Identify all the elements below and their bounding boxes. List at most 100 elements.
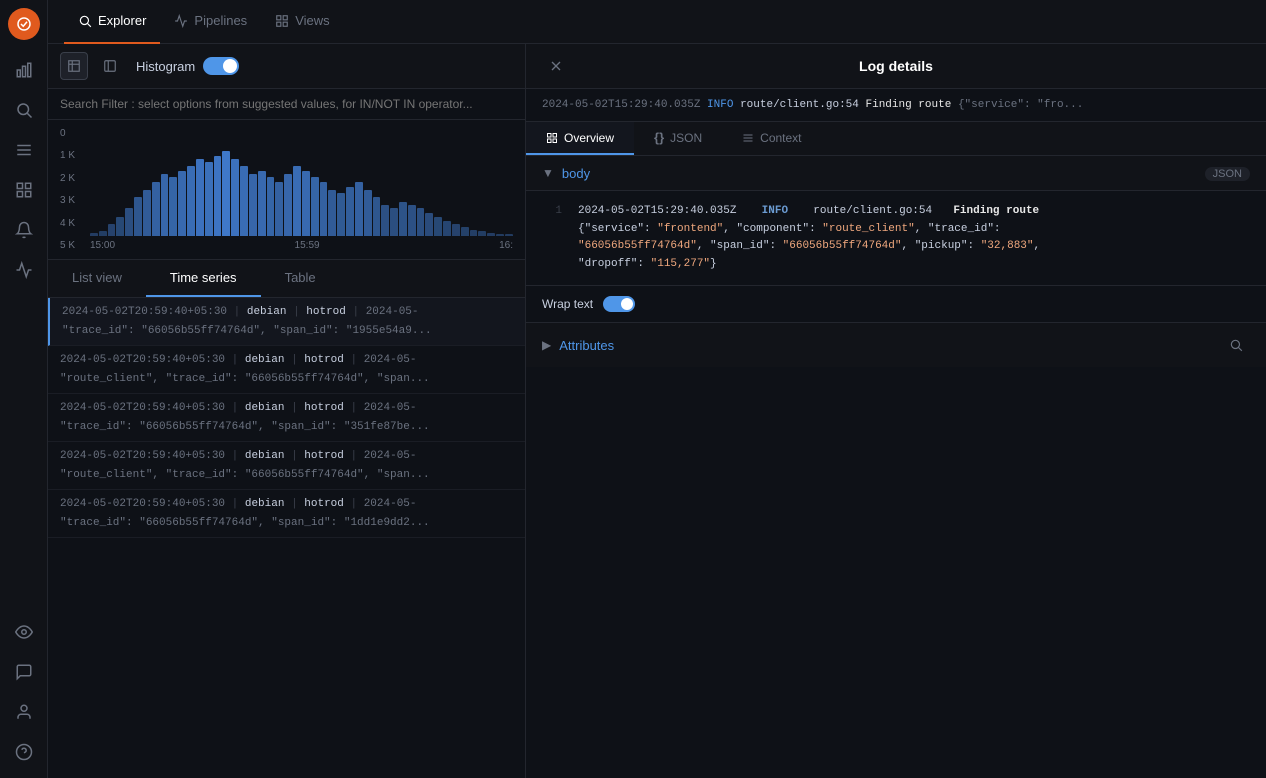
histogram-bar xyxy=(320,182,328,236)
topnav: Explorer Pipelines Views xyxy=(48,0,1266,44)
histogram-bar xyxy=(311,177,319,236)
tab-explorer-label: Explorer xyxy=(98,13,146,28)
banner-path: route/client.go:54 xyxy=(740,99,859,111)
histogram-bar xyxy=(178,171,186,236)
log-entry[interactable]: 2024-05-02T20:59:40+05:30 | debian | hot… xyxy=(48,394,525,442)
detail-tab-context[interactable]: Context xyxy=(722,122,821,155)
toolbar-btn-table[interactable] xyxy=(60,52,88,80)
body-section-left: ▼ body xyxy=(542,166,590,181)
code-line-4: "dropoff": "115,277"} xyxy=(542,256,1250,274)
main-area: Explorer Pipelines Views Histogram xyxy=(48,0,1266,778)
tab-pipelines-label: Pipelines xyxy=(194,13,247,28)
sidebar-icon-search[interactable] xyxy=(6,92,42,128)
right-panel-title: Log details xyxy=(859,58,933,74)
close-button[interactable] xyxy=(542,52,570,80)
body-chevron-icon: ▼ xyxy=(542,166,554,180)
search-input[interactable] xyxy=(60,97,513,111)
histogram-bar xyxy=(399,202,407,236)
attributes-chevron-icon: ▶ xyxy=(542,338,551,352)
histogram-bar xyxy=(267,177,275,236)
code-msg: Finding route xyxy=(953,205,1039,217)
histogram-bar xyxy=(390,208,398,236)
histogram-bar xyxy=(355,182,363,236)
sidebar-icon-activity[interactable] xyxy=(6,252,42,288)
histogram-bar xyxy=(214,156,222,236)
log-entry[interactable]: 2024-05-02T20:59:40+05:30 | debian | hot… xyxy=(48,490,525,538)
sidebar-icon-eye[interactable] xyxy=(6,614,42,650)
sidebar-icon-user[interactable] xyxy=(6,694,42,730)
histogram-bar xyxy=(116,217,124,236)
histogram-bar xyxy=(258,171,266,236)
code-content-1: 2024-05-02T15:29:40.035Z INFO route/clie… xyxy=(578,203,1250,221)
left-panel: Histogram 5 K 4 K 3 K 2 K 1 K 0 xyxy=(48,44,526,778)
attributes-header-left: ▶ Attributes xyxy=(542,338,614,353)
code-block: 1 2024-05-02T15:29:40.035Z INFO route/cl… xyxy=(526,191,1266,286)
code-content-3: "66056b55ff74764d", "span_id": "66056b55… xyxy=(578,238,1250,256)
code-content-2: {"service": "frontend", "component": "ro… xyxy=(578,221,1250,239)
histogram-bar xyxy=(196,159,204,236)
sidebar-icon-message[interactable] xyxy=(6,654,42,690)
tab-views[interactable]: Views xyxy=(261,0,343,44)
sidebar-icon-help[interactable] xyxy=(6,734,42,770)
tab-table[interactable]: Table xyxy=(261,260,340,297)
histogram-bar xyxy=(275,182,283,236)
histogram-bar xyxy=(364,190,372,236)
banner-level: INFO xyxy=(707,99,733,111)
right-panel-header: Log details xyxy=(526,44,1266,89)
histogram-bar xyxy=(337,193,345,236)
code-path: route/client.go:54 xyxy=(813,205,932,217)
attributes-section-header[interactable]: ▶ Attributes xyxy=(526,323,1266,367)
sidebar-icon-list[interactable] xyxy=(6,132,42,168)
app-logo[interactable] xyxy=(8,8,40,40)
code-timestamp: 2024-05-02T15:29:40.035Z xyxy=(578,205,736,217)
histogram-bar xyxy=(108,224,116,236)
sidebar-icon-bell[interactable] xyxy=(6,212,42,248)
attributes-search-button[interactable] xyxy=(1222,331,1250,359)
log-entry[interactable]: 2024-05-02T20:59:40+05:30 | debian | hot… xyxy=(48,346,525,394)
histogram-bar xyxy=(125,208,133,236)
sidebar-icon-chart[interactable] xyxy=(6,52,42,88)
log-banner: 2024-05-02T15:29:40.035Z INFO route/clie… xyxy=(526,89,1266,122)
histogram-bar xyxy=(240,166,248,236)
histogram-bar xyxy=(381,205,389,236)
histogram-toggle[interactable] xyxy=(203,57,239,75)
histogram-bar xyxy=(231,159,239,236)
code-level: INFO xyxy=(762,205,788,217)
histogram-label: Histogram xyxy=(136,59,195,74)
tab-explorer[interactable]: Explorer xyxy=(64,0,160,44)
wrap-text-toggle[interactable] xyxy=(603,296,635,312)
histogram-bars xyxy=(90,128,513,236)
wrap-text-row: Wrap text xyxy=(526,286,1266,323)
histogram-bar xyxy=(346,187,354,236)
histogram-bar xyxy=(425,213,433,236)
toolbar-btn-collapse[interactable] xyxy=(96,52,124,80)
detail-tab-json[interactable]: {} JSON xyxy=(634,122,722,155)
content-area: Histogram 5 K 4 K 3 K 2 K 1 K 0 xyxy=(48,44,1266,778)
histogram-bar xyxy=(222,151,230,236)
tab-time-series[interactable]: Time series xyxy=(146,260,261,297)
histogram-y-labels: 5 K 4 K 3 K 2 K 1 K 0 xyxy=(60,128,90,251)
detail-tabs: Overview {} JSON Context xyxy=(526,122,1266,156)
histogram-bar xyxy=(452,224,460,236)
attributes-label: Attributes xyxy=(559,338,614,353)
code-content-4: "dropoff": "115,277"} xyxy=(578,256,1250,274)
search-bar xyxy=(48,89,525,120)
log-entry[interactable]: 2024-05-02T20:59:40+05:30 | debian | hot… xyxy=(48,298,525,346)
histogram-bar xyxy=(302,171,310,236)
histogram-bar xyxy=(293,166,301,236)
view-tabs: List view Time series Table xyxy=(48,260,525,298)
sidebar xyxy=(0,0,48,778)
tab-views-label: Views xyxy=(295,13,329,28)
histogram-bar xyxy=(143,190,151,236)
body-section-label: body xyxy=(562,166,590,181)
tab-pipelines[interactable]: Pipelines xyxy=(160,0,261,44)
histogram-bar xyxy=(187,166,195,236)
histogram-bar xyxy=(134,197,142,236)
log-entry[interactable]: 2024-05-02T20:59:40+05:30 | debian | hot… xyxy=(48,442,525,490)
detail-tab-overview[interactable]: Overview xyxy=(526,122,634,155)
tab-list-view[interactable]: List view xyxy=(48,260,146,297)
body-section-header[interactable]: ▼ body JSON xyxy=(526,156,1266,191)
log-list[interactable]: 2024-05-02T20:59:40+05:30 | debian | hot… xyxy=(48,298,525,778)
sidebar-icon-grid[interactable] xyxy=(6,172,42,208)
histogram-bar xyxy=(443,221,451,236)
